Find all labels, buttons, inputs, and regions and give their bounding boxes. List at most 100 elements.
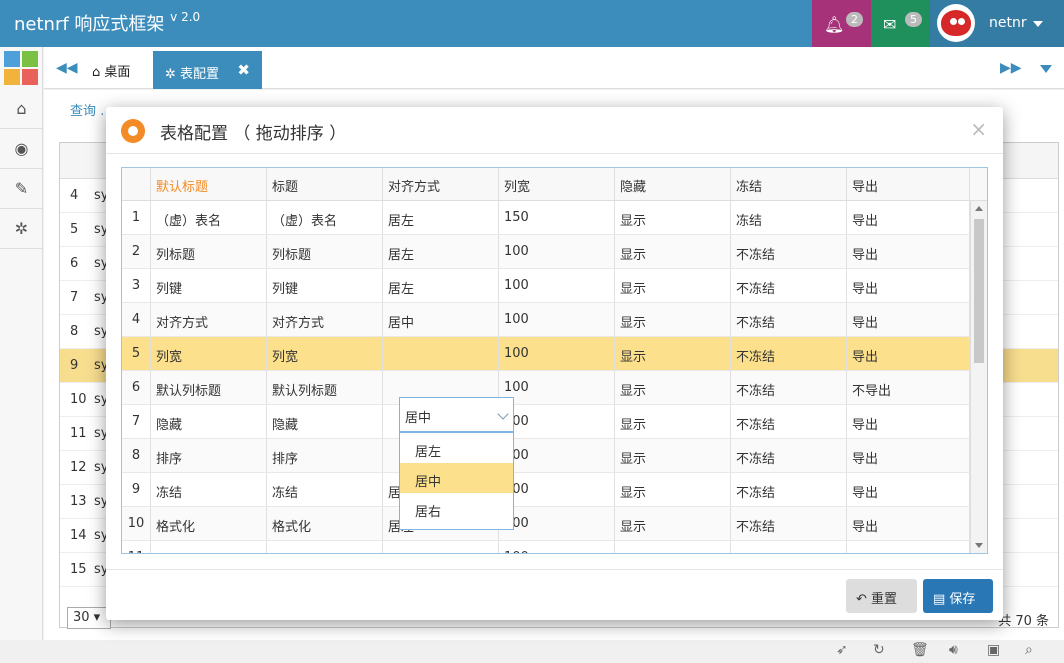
trash-icon[interactable]: 🗑︎ [911, 642, 929, 658]
grid-cell[interactable]: 导出 [847, 541, 970, 553]
grid-cell[interactable]: 显示 [615, 507, 731, 540]
grid-cell[interactable]: 不冻结 [731, 303, 847, 336]
grid-cell[interactable]: 导出 [847, 405, 970, 438]
grid-cell[interactable]: 显示 [615, 473, 731, 506]
grid-cell[interactable]: 默认列标题 [151, 371, 267, 404]
close-icon[interactable]: × [970, 117, 987, 141]
grid-cell[interactable]: 显示 [615, 405, 731, 438]
grid-cell[interactable]: 导出 [847, 439, 970, 472]
dropdown-option[interactable]: 居左 [400, 433, 513, 463]
grid-cell[interactable]: 不导出 [847, 371, 970, 404]
grid-cell[interactable]: 不冻结 [731, 439, 847, 472]
column-header[interactable]: 对齐方式 [383, 168, 499, 200]
dropdown-option[interactable]: 居中 [400, 463, 513, 493]
user-menu[interactable]: netnr [930, 0, 1064, 47]
reddit-icon[interactable]: ◉ [0, 129, 43, 169]
grid-cell[interactable]: 居中 [383, 541, 499, 553]
vertical-scrollbar[interactable] [970, 201, 987, 553]
grid-cell[interactable]: 显示 [615, 541, 731, 553]
grid-cell[interactable]: 显示 [615, 269, 731, 302]
grid-cell[interactable]: 冻结 [151, 473, 267, 506]
grid-cell[interactable]: 100 [499, 507, 615, 540]
grid-cell[interactable]: 居左 [383, 235, 499, 268]
grid-cell[interactable]: 居左 [383, 269, 499, 302]
grid-cell[interactable]: 显示 [615, 201, 731, 234]
grid-cell[interactable]: 导出 [847, 201, 970, 234]
grid-cell[interactable]: 居左 [383, 201, 499, 234]
grid-cell[interactable]: 隐藏 [267, 405, 383, 438]
grid-cell[interactable]: 列键 [151, 269, 267, 302]
notifications-button[interactable]: 🔔︎ 2 [812, 0, 871, 47]
tab-desktop[interactable]: ⌂ 桌面 [92, 61, 130, 80]
grid-cell[interactable]: 排序 [267, 439, 383, 472]
gear-icon[interactable]: ✲ [0, 209, 43, 249]
scrollbar-thumb[interactable] [974, 219, 984, 363]
column-header[interactable] [122, 168, 151, 200]
grid-cell[interactable]: 不冻结 [731, 269, 847, 302]
wrench-icon[interactable]: ✎ [0, 169, 43, 209]
grid-cell[interactable]: 列标题 [267, 235, 383, 268]
search-icon[interactable]: ⌕ [1025, 642, 1033, 658]
grid-cell[interactable]: 显示 [615, 439, 731, 472]
logo-tiles-icon[interactable] [4, 51, 38, 85]
table-row[interactable]: 4 对齐方式 对齐方式 居中 100 显示 不冻结 导出 [122, 303, 970, 337]
page-size-select[interactable]: 30 ▾ [67, 607, 111, 629]
grid-cell[interactable]: 不冻结 [731, 337, 847, 370]
grid-cell[interactable]: 不冻结 [731, 507, 847, 540]
grid-cell[interactable]: 排序 [151, 439, 267, 472]
grid-cell[interactable]: 100 [499, 303, 615, 336]
rocket-icon[interactable]: ➶ [836, 642, 848, 658]
table-row[interactable]: 6 默认列标题 默认列标题 100 显示 不冻结 不导出 [122, 371, 970, 405]
grid-cell[interactable]: 导出 [847, 507, 970, 540]
table-row[interactable]: 2 列标题 列标题 居左 100 显示 不冻结 导出 [122, 235, 970, 269]
column-header[interactable]: 标题 [267, 168, 383, 200]
grid-cell[interactable]: 列标题 [151, 235, 267, 268]
column-header[interactable]: 默认标题 [151, 168, 267, 200]
grid-cell[interactable]: 150 [499, 201, 615, 234]
grid-cell[interactable]: 冻结 [731, 201, 847, 234]
grid-cell[interactable]: 不冻结 [731, 235, 847, 268]
save-button[interactable]: ▤ 保存 [923, 579, 993, 613]
grid-cell[interactable]: 隐藏 [151, 405, 267, 438]
grid-cell[interactable]: 格式化 [151, 507, 267, 540]
grid-cell[interactable]: 默认列标题 [267, 371, 383, 404]
grid-cell[interactable]: 启用排序 [151, 541, 267, 553]
tab-close-icon[interactable]: ✖ [237, 61, 250, 79]
grid-cell[interactable]: 列宽 [267, 337, 383, 370]
refresh-icon[interactable]: ↻ [873, 642, 885, 658]
tab-table-config[interactable]: ✲ 表配置 ✖ [153, 51, 262, 89]
grid-cell[interactable]: 居中 [383, 303, 499, 336]
grid-cell[interactable]: 导出 [847, 473, 970, 506]
grid-cell[interactable]: 显示 [615, 371, 731, 404]
grid-cell[interactable]: 导出 [847, 269, 970, 302]
grid-cell[interactable]: 显示 [615, 337, 731, 370]
app-brand[interactable]: netnrf 响应式框架 v 2.0 [14, 10, 200, 36]
grid-cell[interactable]: （虚）表名 [267, 201, 383, 234]
grid-cell[interactable]: 不冻结 [731, 541, 847, 553]
grid-cell[interactable]: 显示 [615, 235, 731, 268]
tab-scroll-right-icon[interactable]: ▶▶ [1000, 60, 1022, 76]
grid-cell[interactable]: 导出 [847, 337, 970, 370]
table-row[interactable]: 8 排序 排序 100 显示 不冻结 导出 [122, 439, 970, 473]
grid-cell[interactable]: 100 [499, 473, 615, 506]
grid-cell[interactable]: 显示 [615, 303, 731, 336]
grid-cell[interactable]: 对齐方式 [267, 303, 383, 336]
reset-button[interactable]: ↶ 重置 [846, 579, 917, 613]
table-row[interactable]: 9冻结冻结居中100显示不冻结导出 [122, 473, 970, 507]
messages-button[interactable]: ✉ 5 [871, 0, 930, 47]
column-header[interactable]: 导出 [847, 168, 970, 200]
tab-menu-icon[interactable] [1040, 65, 1052, 73]
grid-cell[interactable]: 导出 [847, 235, 970, 268]
grid-cell[interactable] [383, 337, 499, 370]
scroll-up-icon[interactable] [975, 206, 983, 211]
table-row[interactable]: 10格式化格式化居左100显示不冻结导出 [122, 507, 970, 541]
grid-cell[interactable]: 列键 [267, 269, 383, 302]
grid-cell[interactable]: 100 [499, 235, 615, 268]
grid-cell[interactable]: （虚）表名 [151, 201, 267, 234]
grid-cell[interactable]: 列宽 [151, 337, 267, 370]
grid-cell[interactable]: 启用排序 [267, 541, 383, 553]
table-row[interactable]: 5 列宽 列宽 100 显示 不冻结 导出 [122, 337, 970, 371]
grid-cell[interactable]: 不冻结 [731, 371, 847, 404]
grid-cell[interactable]: 对齐方式 [151, 303, 267, 336]
table-row[interactable]: 3 列键 列键 居左 100 显示 不冻结 导出 [122, 269, 970, 303]
